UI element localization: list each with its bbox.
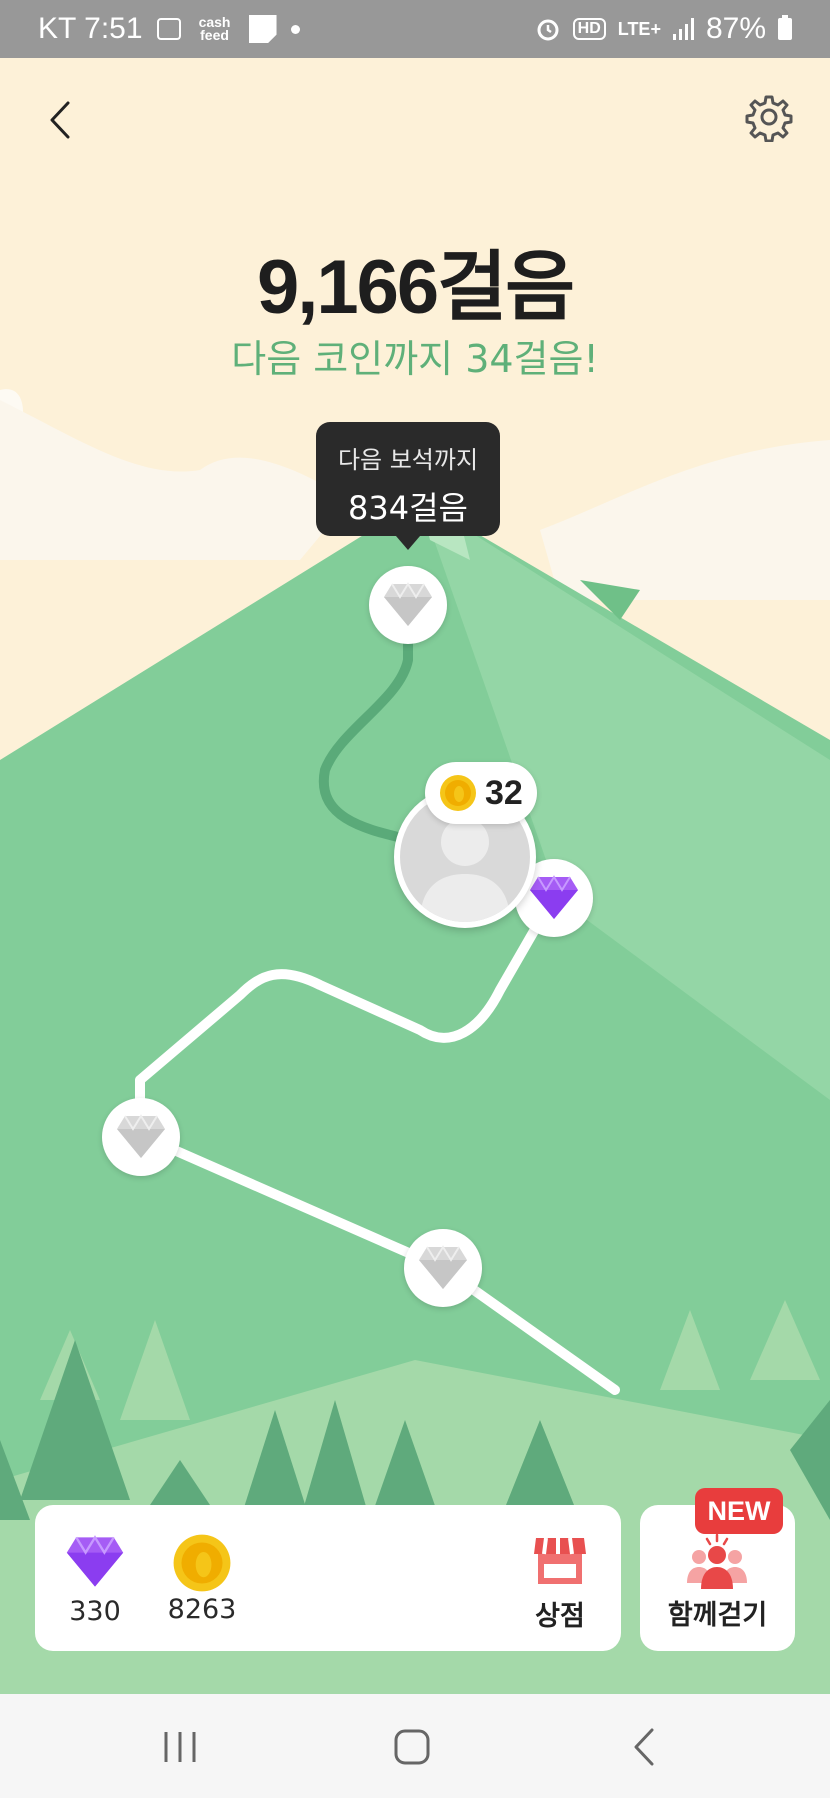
system-back-button[interactable] <box>604 1722 684 1772</box>
next-coin-text: 다음 코인까지 34걸음! <box>231 337 599 381</box>
shop-label: 상점 <box>535 1601 585 1632</box>
hd-voice-icon: HD <box>572 18 606 40</box>
step-count-title: 9,166걸음 <box>256 245 575 330</box>
back-arrow-icon <box>634 1728 654 1766</box>
gallery-icon <box>156 18 181 40</box>
note-icon <box>248 15 277 43</box>
battery-percent: 87% <box>705 12 766 45</box>
signal-icon <box>672 18 694 40</box>
coin-footprint-icon <box>440 775 476 811</box>
battery-icon <box>778 15 792 40</box>
gem-node-bottom[interactable] <box>404 1229 482 1307</box>
new-badge: NEW <box>695 1488 783 1534</box>
gems-count: 330 <box>69 1596 121 1627</box>
status-bar: KT 7:51 cash feed HD LTE+ 87% <box>0 0 830 58</box>
system-nav-bar <box>0 1694 830 1798</box>
back-button[interactable] <box>40 95 80 145</box>
coin-bubble-value: 32 <box>485 773 523 812</box>
coin-bubble[interactable]: 32 <box>425 762 537 824</box>
tooltip-line2: 834걸음 <box>348 489 468 527</box>
tooltip-line1: 다음 보석까지 <box>337 446 479 474</box>
gem-purple-icon <box>66 1535 124 1587</box>
gem-node-top[interactable] <box>369 566 447 644</box>
recent-apps-icon <box>164 1732 196 1762</box>
alarm-icon <box>537 19 559 41</box>
coins-count: 8263 <box>167 1594 237 1625</box>
carrier-time: KT 7:51 <box>38 12 143 45</box>
group-people-icon <box>687 1533 747 1589</box>
settings-button[interactable] <box>744 92 794 143</box>
notification-dot-icon <box>290 24 300 34</box>
coins-item[interactable]: 8263 <box>157 1533 247 1625</box>
walk-together-label: 함께걷기 <box>667 1600 768 1631</box>
home-icon <box>394 1729 430 1765</box>
gem-purple-icon <box>530 875 578 919</box>
network-type: LTE+ <box>617 18 661 39</box>
cashfeed-icon: cash feed <box>198 14 231 43</box>
shop-button[interactable]: 상점 <box>515 1532 605 1632</box>
gem-gray-icon <box>419 1245 467 1289</box>
gem-node-left[interactable] <box>102 1098 180 1176</box>
coin-footprint-icon <box>173 1534 231 1592</box>
shop-icon <box>534 1537 586 1584</box>
home-button[interactable] <box>372 1722 452 1772</box>
next-gem-tooltip: 다음 보석까지 834걸음 <box>316 422 500 550</box>
gem-gray-icon <box>384 582 432 626</box>
recent-apps-button[interactable] <box>140 1722 220 1772</box>
gem-gray-icon <box>117 1114 165 1158</box>
chevron-left-icon <box>50 101 70 139</box>
gear-icon <box>745 95 793 143</box>
gems-item[interactable]: 330 <box>60 1535 130 1627</box>
